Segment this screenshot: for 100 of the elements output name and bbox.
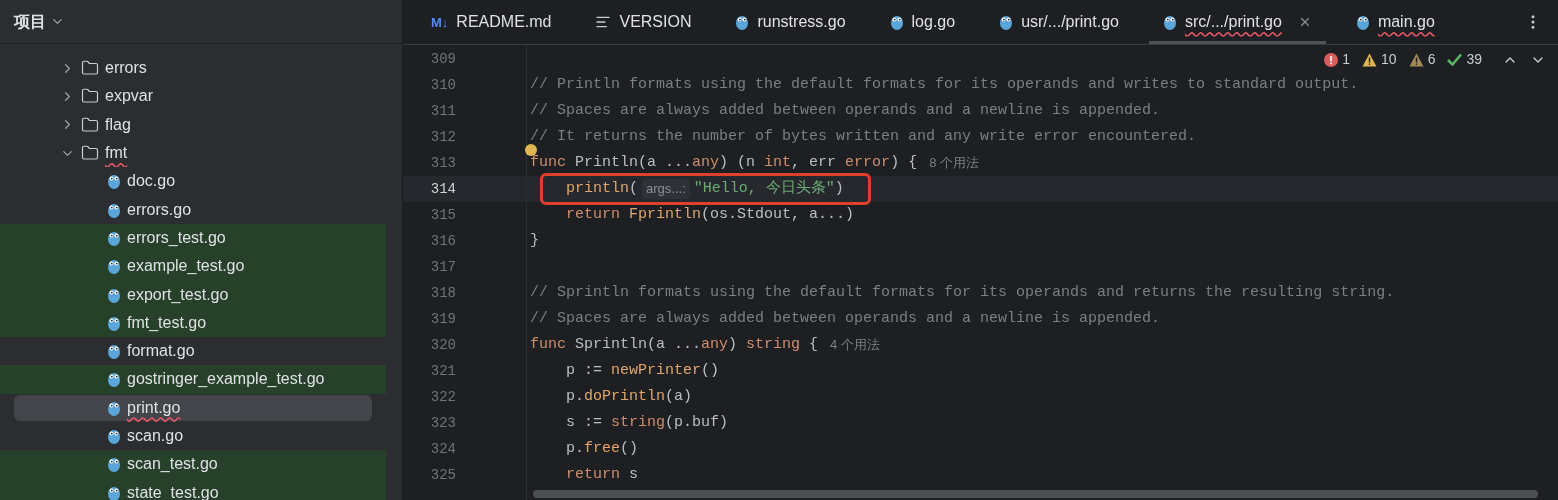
folder-icon — [81, 115, 99, 134]
folder-row[interactable]: errors — [0, 54, 386, 83]
tab-label: README.md — [456, 12, 552, 32]
file-row[interactable]: scan.go — [0, 421, 386, 451]
text-file-icon — [595, 14, 612, 30]
file-row[interactable]: state_test.go — [0, 478, 386, 500]
code-line: // Println formats using the default formats for its operands and writes to standard output. — [529, 74, 1360, 95]
highlight-box: println( args...: "Hello, 今日头条") — [540, 173, 871, 205]
inspection-count[interactable]: 39 — [1447, 49, 1482, 70]
file-row[interactable]: errors_test.go — [0, 223, 386, 253]
warning-icon — [1408, 52, 1424, 67]
file-name: errors_test.go — [127, 227, 226, 248]
editor-tab[interactable]: main.go — [1341, 0, 1449, 44]
folder-icon — [81, 144, 99, 163]
gopher-icon — [107, 343, 121, 360]
parameter-hint: args...: — [642, 179, 690, 199]
tab-label: usr/.../print.go — [1021, 12, 1119, 32]
line-number: 320 — [430, 335, 456, 355]
code-line: p := newPrinter() — [565, 360, 721, 381]
gopher-icon — [1162, 14, 1177, 30]
usage-hint: 4 个用法 — [830, 336, 880, 355]
file-row[interactable]: print.go — [14, 394, 372, 421]
gopher-icon — [107, 371, 121, 388]
line-number: 324 — [430, 439, 456, 459]
editor-tab[interactable]: usr/.../print.go — [985, 0, 1133, 44]
file-name: fmt_test.go — [127, 312, 207, 333]
file-row[interactable]: doc.go — [0, 167, 386, 196]
check-icon — [1447, 53, 1463, 66]
gopher-icon — [107, 484, 121, 500]
tab-label: main.go — [1377, 12, 1435, 32]
editor-tab[interactable]: M↓ README.md — [417, 0, 566, 44]
code-line: return Fprintln(os.Stdout, a...) — [565, 204, 856, 225]
line-number: 310 — [430, 75, 456, 95]
warning-icon — [1362, 52, 1378, 67]
lightbulb-icon[interactable] — [525, 144, 537, 156]
file-name: state_test.go — [127, 482, 219, 500]
inspection-count[interactable]: 10 — [1362, 49, 1397, 70]
line-number: 325 — [430, 465, 456, 485]
file-name: flag — [105, 114, 131, 135]
line-number: 313 — [430, 153, 456, 173]
file-name: scan.go — [127, 426, 184, 446]
file-row[interactable]: scan_test.go — [0, 450, 386, 479]
inspection-count[interactable]: 6 — [1408, 49, 1436, 70]
gopher-icon — [735, 14, 750, 30]
gopher-icon — [107, 314, 121, 331]
error-icon — [1324, 52, 1339, 67]
gopher-icon — [107, 456, 121, 473]
line-number: 321 — [430, 361, 456, 381]
tab-label: src/.../print.go — [1184, 12, 1282, 32]
inspection-count[interactable]: 1 — [1324, 49, 1351, 70]
file-name: gostringer_example_test.go — [127, 369, 325, 390]
file-name: scan_test.go — [127, 454, 218, 475]
file-name: expvar — [105, 86, 154, 107]
folder-row[interactable]: fmt — [0, 138, 386, 168]
usage-hint: 8 个用法 — [929, 154, 979, 173]
file-row[interactable]: export_test.go — [0, 280, 386, 309]
line-number: 317 — [430, 257, 456, 277]
tab-label: runstress.go — [757, 12, 846, 32]
folder-icon — [81, 87, 99, 106]
editor-tab[interactable]: VERSION — [581, 0, 706, 44]
file-name: fmt — [105, 143, 128, 164]
line-number: 316 — [430, 231, 456, 251]
folder-icon — [81, 59, 99, 78]
code-line: func Sprintln(a ...any) string { 4 个用法 — [529, 334, 881, 357]
line-number: 312 — [430, 127, 456, 147]
line-number: 309 — [430, 49, 456, 69]
folder-row[interactable]: flag — [0, 110, 386, 139]
gopher-icon — [107, 286, 121, 303]
file-row[interactable]: fmt_test.go — [0, 308, 386, 337]
line-number: 311 — [430, 101, 456, 121]
code-line: } — [529, 230, 540, 251]
code-line: p.free() — [565, 438, 640, 459]
line-number: 323 — [430, 413, 456, 433]
file-row[interactable]: example_test.go — [0, 252, 386, 281]
tab-label: VERSION — [619, 12, 692, 32]
editor-tab[interactable]: src/.../print.go — [1148, 0, 1326, 44]
markdown-icon: M↓ — [431, 15, 449, 29]
editor-tab[interactable]: log.go — [875, 0, 970, 44]
gopher-icon — [107, 173, 121, 190]
line-number: 318 — [430, 283, 456, 303]
code-line: // Spaces are always added between operands and a newline is appended. — [529, 100, 1162, 121]
horizontal-scrollbar[interactable] — [533, 490, 1538, 498]
code-line: p.doPrintln(a) — [565, 386, 694, 407]
code-line: // Spaces are always added between operands and a newline is appended. — [529, 308, 1162, 329]
line-number: 322 — [430, 387, 456, 407]
gopher-icon — [107, 258, 121, 275]
file-row[interactable]: format.go — [0, 336, 386, 366]
code-line: return s — [565, 464, 640, 485]
file-row[interactable]: gostringer_example_test.go — [0, 365, 386, 394]
code-line: func Println(a ...any) (n int, err error) { 8 个用法 — [529, 152, 980, 175]
line-number: 314 — [430, 179, 456, 199]
file-name: print.go — [127, 397, 181, 418]
gopher-icon — [889, 14, 904, 30]
gopher-icon — [107, 229, 121, 246]
file-row[interactable]: errors.go — [0, 195, 386, 224]
gopher-icon — [1355, 14, 1370, 30]
file-name: example_test.go — [127, 256, 245, 277]
folder-row[interactable]: expvar — [0, 82, 386, 111]
panel-title[interactable]: 项目 — [14, 9, 46, 34]
editor-tab[interactable]: runstress.go — [721, 0, 860, 44]
